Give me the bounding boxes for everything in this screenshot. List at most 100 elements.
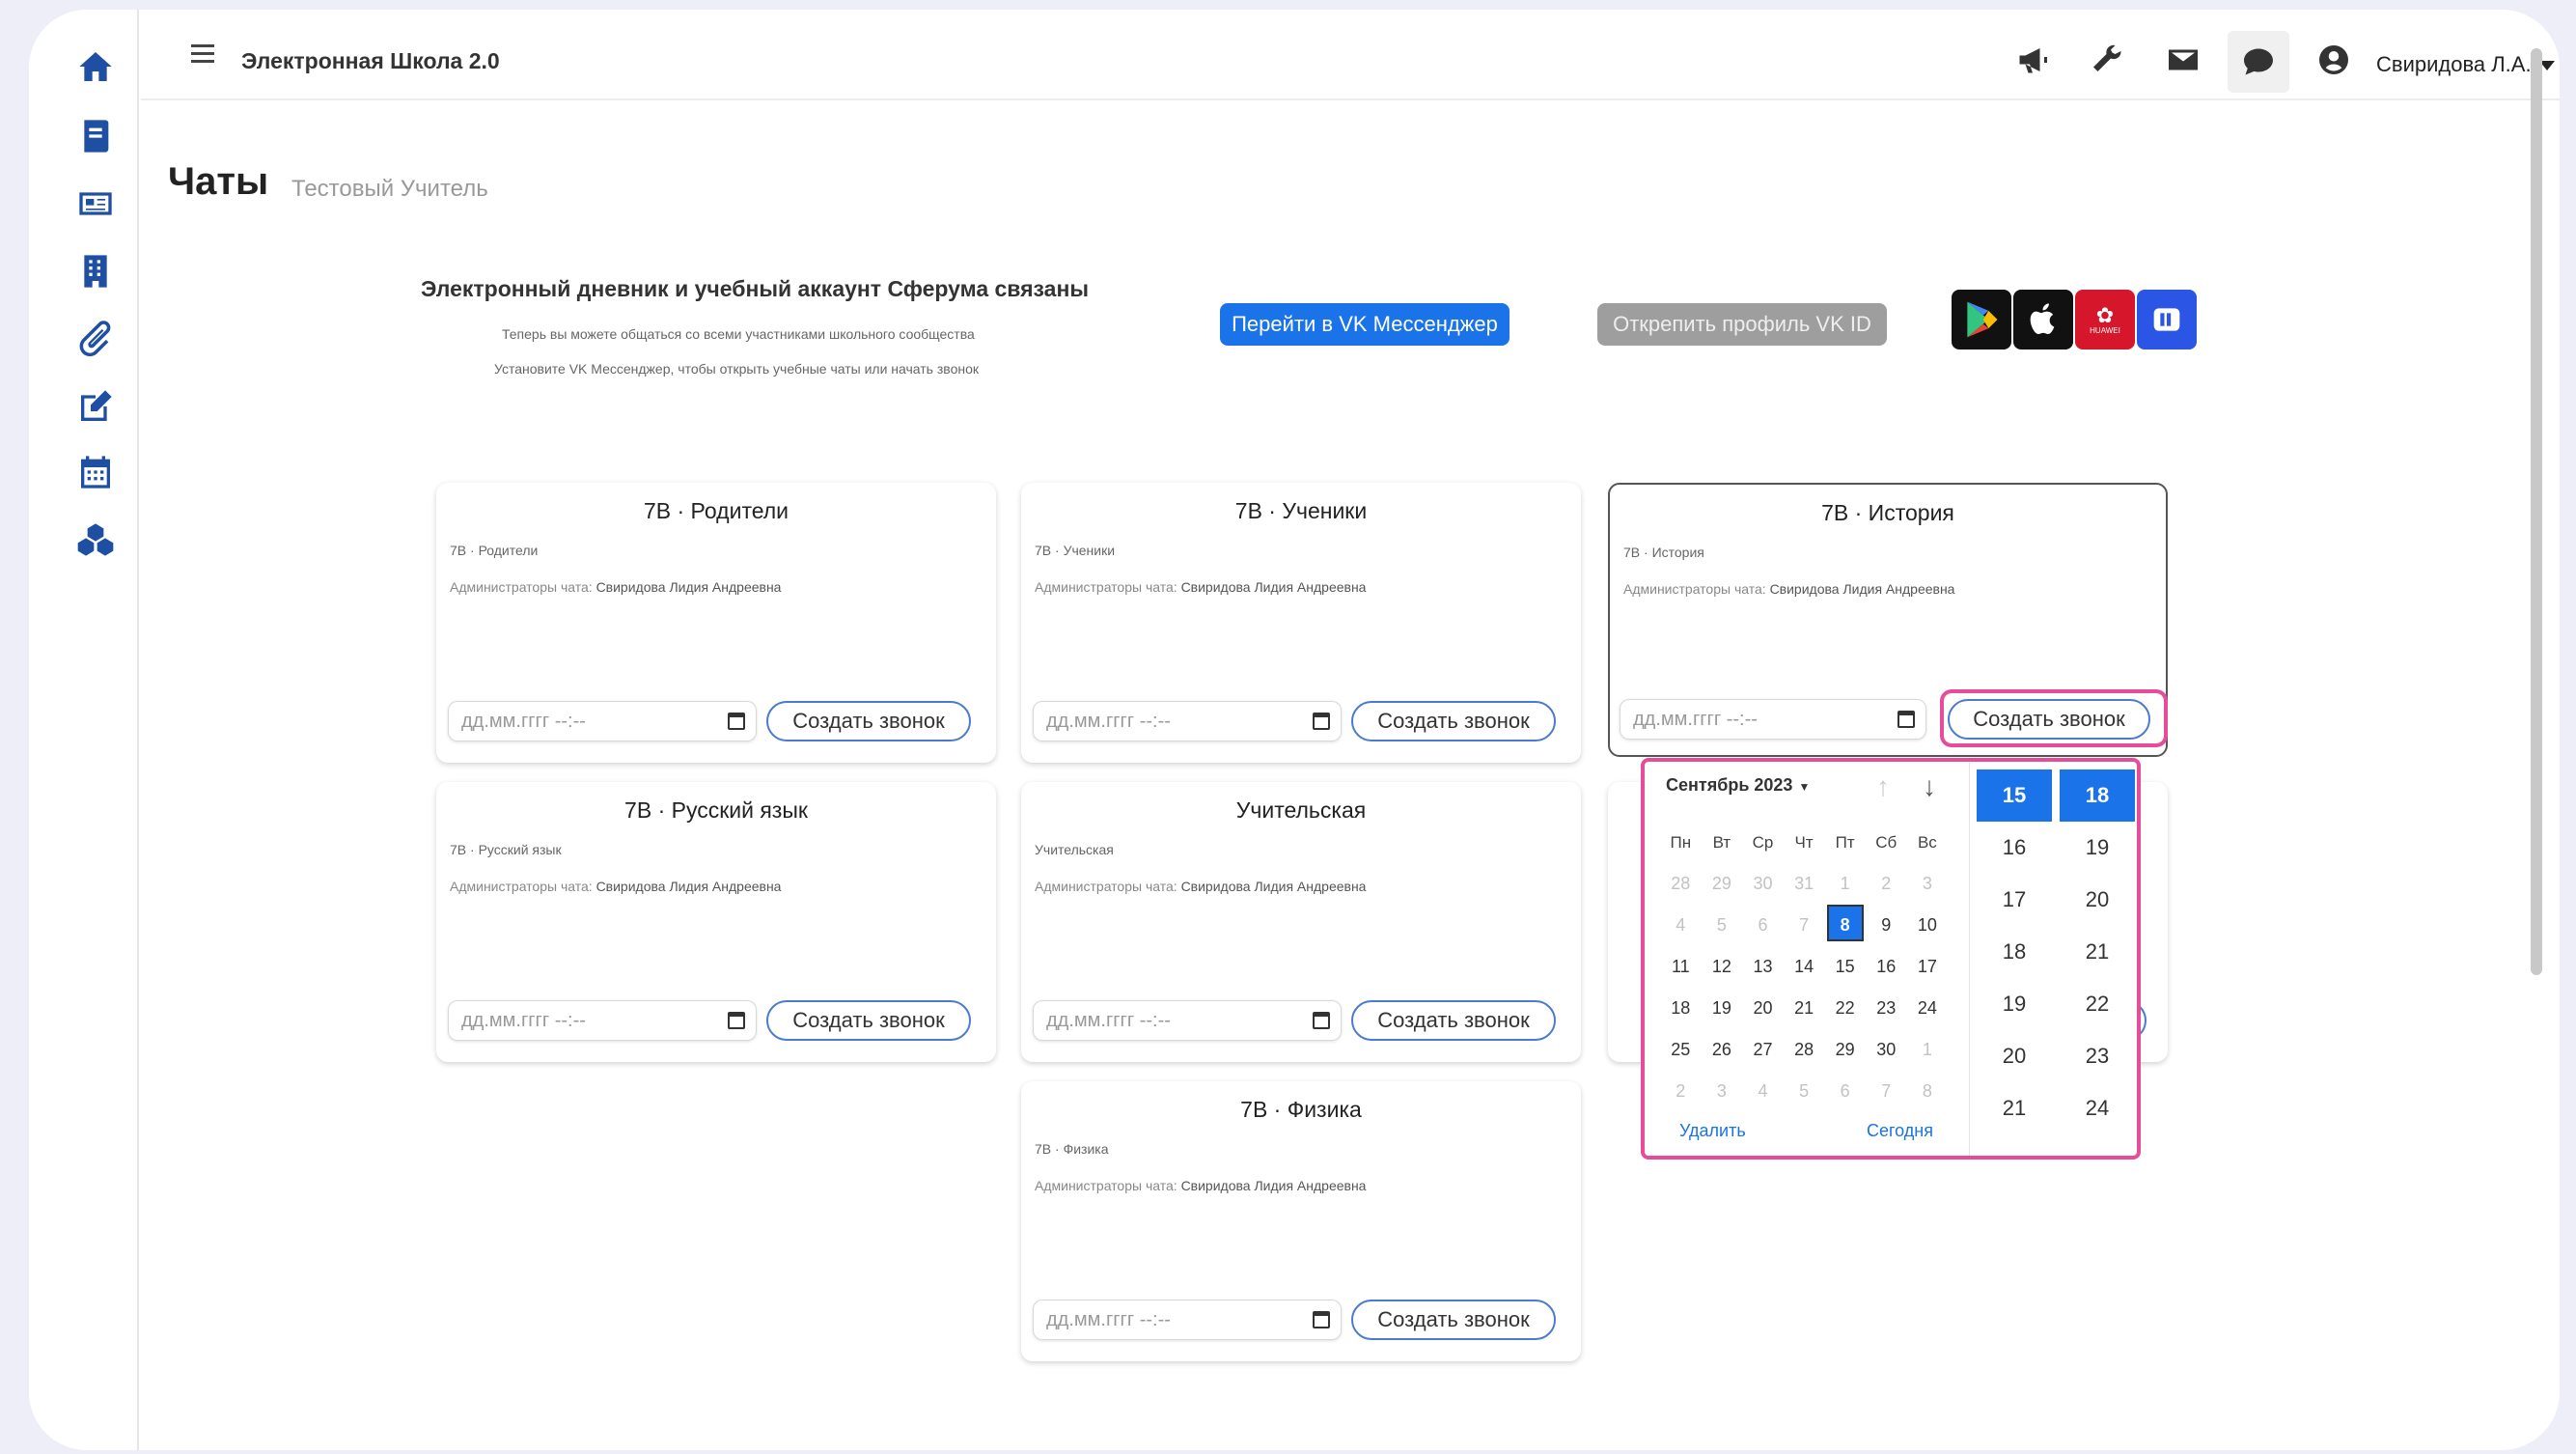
calendar-day[interactable]: 7 bbox=[1784, 905, 1825, 946]
hour-option[interactable]: 21 bbox=[1977, 1082, 2052, 1134]
open-vk-messenger-button[interactable]: Перейти в VK Мессенджер bbox=[1220, 303, 1510, 346]
minute-option[interactable]: 22 bbox=[2060, 978, 2135, 1030]
calendar-day[interactable]: 20 bbox=[1742, 988, 1784, 1029]
calendar-day[interactable]: 6 bbox=[1824, 1071, 1866, 1112]
megaphone-icon[interactable] bbox=[2013, 41, 2052, 79]
minute-option[interactable]: 20 bbox=[2060, 874, 2135, 926]
hours-column[interactable]: 15 16 17 18 19 20 21 bbox=[1977, 769, 2052, 1134]
calendar-day[interactable]: 6 bbox=[1742, 905, 1784, 946]
building-icon[interactable] bbox=[73, 249, 118, 294]
mail-icon[interactable] bbox=[2164, 41, 2202, 79]
edit-icon[interactable] bbox=[73, 384, 118, 429]
google-play-icon[interactable] bbox=[1952, 290, 2011, 350]
calendar-picker-icon[interactable] bbox=[728, 713, 745, 730]
paperclip-icon[interactable] bbox=[73, 317, 118, 361]
calendar-day[interactable]: 1 bbox=[1824, 863, 1866, 905]
calendar-day[interactable]: 2 bbox=[1660, 1071, 1702, 1112]
calendar-day[interactable]: 4 bbox=[1660, 905, 1702, 946]
calendar-day[interactable]: 18 bbox=[1660, 988, 1702, 1029]
create-call-button[interactable]: Создать звонок bbox=[766, 701, 971, 741]
calendar-day[interactable]: 8 bbox=[1824, 905, 1866, 946]
calendar-day[interactable]: 5 bbox=[1702, 905, 1743, 946]
huawei-appgallery-icon[interactable]: ✿ HUAWEI bbox=[2075, 290, 2135, 350]
calendar-day[interactable]: 15 bbox=[1824, 946, 1866, 988]
hour-option[interactable]: 19 bbox=[1977, 978, 2052, 1030]
calendar-day[interactable]: 3 bbox=[1907, 863, 1949, 905]
calendar-day[interactable]: 4 bbox=[1742, 1071, 1784, 1112]
calendar-day[interactable]: 28 bbox=[1660, 863, 1702, 905]
newspaper-icon[interactable] bbox=[73, 182, 118, 226]
chat-icon[interactable] bbox=[2228, 31, 2289, 93]
datetime-input[interactable]: дд.мм.гггг --:-- bbox=[1033, 701, 1342, 741]
month-select[interactable]: Сентябрь 2023 ▼ bbox=[1666, 775, 1810, 796]
apple-icon[interactable] bbox=[2013, 290, 2073, 350]
hour-option[interactable]: 16 bbox=[1977, 822, 2052, 874]
minute-option[interactable]: 23 bbox=[2060, 1030, 2135, 1082]
calendar-day[interactable]: 22 bbox=[1824, 988, 1866, 1029]
selected-day[interactable]: 8 bbox=[1826, 905, 1864, 941]
calendar-day[interactable]: 10 bbox=[1907, 905, 1949, 946]
clear-date-link[interactable]: Удалить bbox=[1679, 1121, 1746, 1141]
cubes-icon[interactable] bbox=[73, 517, 118, 562]
calendar-day[interactable]: 2 bbox=[1866, 863, 1907, 905]
calendar-day[interactable]: 29 bbox=[1702, 863, 1743, 905]
calendar-picker-icon[interactable] bbox=[1897, 711, 1915, 728]
unlink-vk-id-button[interactable]: Открепить профиль VK ID bbox=[1597, 303, 1887, 346]
create-call-button[interactable]: Создать звонок bbox=[1351, 1300, 1556, 1340]
calendar-day[interactable]: 14 bbox=[1784, 946, 1825, 988]
hour-option[interactable]: 20 bbox=[1977, 1030, 2052, 1082]
home-icon[interactable] bbox=[73, 44, 118, 89]
minute-option[interactable]: 18 bbox=[2060, 769, 2135, 822]
minute-option[interactable]: 24 bbox=[2060, 1082, 2135, 1134]
calendar-day[interactable]: 23 bbox=[1866, 988, 1907, 1029]
calendar-day[interactable]: 30 bbox=[1742, 863, 1784, 905]
calendar-day[interactable]: 27 bbox=[1742, 1029, 1784, 1071]
calendar-day[interactable]: 25 bbox=[1660, 1029, 1702, 1071]
minute-option[interactable]: 21 bbox=[2060, 926, 2135, 978]
calendar-day[interactable]: 7 bbox=[1866, 1071, 1907, 1112]
calendar-day[interactable]: 9 bbox=[1866, 905, 1907, 946]
book-icon[interactable] bbox=[73, 114, 118, 158]
create-call-button[interactable]: Создать звонок bbox=[766, 1000, 971, 1041]
calendar-day[interactable]: 30 bbox=[1866, 1029, 1907, 1071]
hour-option[interactable]: 15 bbox=[1977, 769, 2052, 822]
calendar-day[interactable]: 17 bbox=[1907, 946, 1949, 988]
calendar-day[interactable]: 31 bbox=[1784, 863, 1825, 905]
calendar-day[interactable]: 19 bbox=[1702, 988, 1743, 1029]
calendar-day[interactable]: 13 bbox=[1742, 946, 1784, 988]
create-call-button[interactable]: Создать звонок bbox=[1351, 1000, 1556, 1041]
calendar-picker-icon[interactable] bbox=[1313, 1311, 1330, 1328]
calendar-picker-icon[interactable] bbox=[1313, 713, 1330, 730]
datetime-input[interactable]: дд.мм.гггг --:-- bbox=[448, 701, 757, 741]
calendar-day[interactable]: 21 bbox=[1784, 988, 1825, 1029]
calendar-day[interactable]: 28 bbox=[1784, 1029, 1825, 1071]
minute-option[interactable]: 19 bbox=[2060, 822, 2135, 874]
calendar-day[interactable]: 12 bbox=[1702, 946, 1743, 988]
calendar-day[interactable]: 5 bbox=[1784, 1071, 1825, 1112]
scrollbar[interactable] bbox=[2531, 48, 2542, 975]
hour-option[interactable]: 18 bbox=[1977, 926, 2052, 978]
calendar-day[interactable]: 3 bbox=[1702, 1071, 1743, 1112]
calendar-day[interactable]: 26 bbox=[1702, 1029, 1743, 1071]
calendar-picker-icon[interactable] bbox=[1313, 1012, 1330, 1029]
calendar-day[interactable]: 24 bbox=[1907, 988, 1949, 1029]
user-icon[interactable] bbox=[2314, 41, 2353, 79]
arrow-down-icon[interactable]: ↓ bbox=[1923, 771, 1936, 802]
calendar-icon[interactable] bbox=[73, 450, 118, 494]
calendar-day[interactable]: 8 bbox=[1907, 1071, 1949, 1112]
today-link[interactable]: Сегодня bbox=[1867, 1121, 1933, 1141]
minutes-column[interactable]: 18 19 20 21 22 23 24 bbox=[2060, 769, 2135, 1134]
datetime-input-active[interactable]: дд.мм.гггг --:-- bbox=[1620, 699, 1926, 740]
rustore-icon[interactable] bbox=[2137, 290, 2197, 350]
calendar-picker-icon[interactable] bbox=[728, 1012, 745, 1029]
datetime-input[interactable]: дд.мм.гггг --:-- bbox=[1033, 1300, 1342, 1340]
datetime-input[interactable]: дд.мм.гггг --:-- bbox=[1033, 1000, 1342, 1041]
create-call-button[interactable]: Создать звонок bbox=[1351, 701, 1556, 741]
calendar-day[interactable]: 29 bbox=[1824, 1029, 1866, 1071]
calendar-day[interactable]: 16 bbox=[1866, 946, 1907, 988]
menu-icon[interactable] bbox=[191, 44, 214, 64]
arrow-up-icon[interactable]: ↑ bbox=[1876, 771, 1890, 802]
user-menu[interactable]: Свиридова Л.А. bbox=[2376, 52, 2555, 77]
calendar-day[interactable]: 11 bbox=[1660, 946, 1702, 988]
datetime-input[interactable]: дд.мм.гггг --:-- bbox=[448, 1000, 757, 1041]
